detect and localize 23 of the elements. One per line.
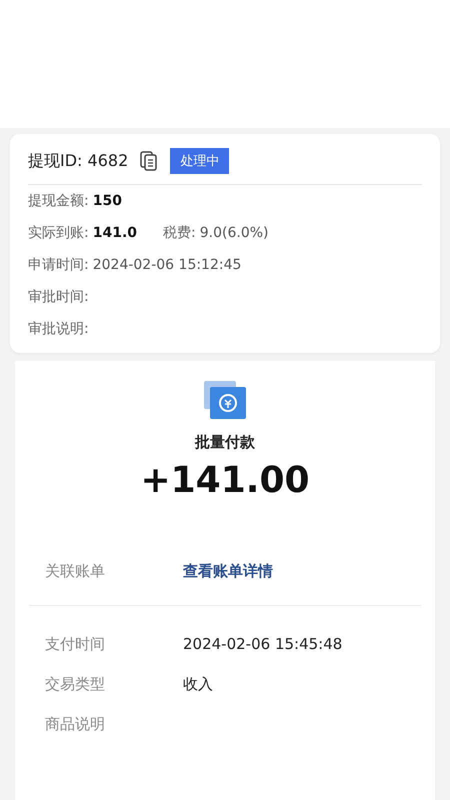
field-value: 141.0 <box>92 225 138 241</box>
field-label: 提现金额: <box>28 192 89 210</box>
field-label: 审批说明: <box>28 320 89 338</box>
field-value: 150 <box>92 193 122 209</box>
field-label: 交易类型 <box>45 674 106 694</box>
field-value: 2024-02-06 15:45:48 <box>183 635 342 653</box>
status-badge: 处理中 <box>170 148 230 174</box>
field-label: 关联账单 <box>45 562 106 580</box>
field-value: 收入 <box>183 674 213 694</box>
field-label: 申请时间: <box>28 256 89 274</box>
copy-icon[interactable] <box>140 151 158 171</box>
field-label: 实际到账: <box>28 224 89 242</box>
bill-details-link[interactable]: 查看账单详情 <box>183 562 273 580</box>
field-label: 税费: <box>163 224 196 242</box>
field-label: 商品说明 <box>45 714 106 734</box>
payment-icon <box>204 381 246 419</box>
field-label: 审批时间: <box>28 288 89 306</box>
field-value: 9.0(6.0%) <box>200 225 268 241</box>
payment-title: 批量付款 <box>195 433 255 452</box>
withdrawal-id: 提现ID: 4682 <box>28 150 128 172</box>
field-label: 支付时间 <box>45 634 106 654</box>
payment-amount: +141.00 <box>140 460 310 501</box>
field-value: 2024-02-06 15:12:45 <box>92 257 242 273</box>
